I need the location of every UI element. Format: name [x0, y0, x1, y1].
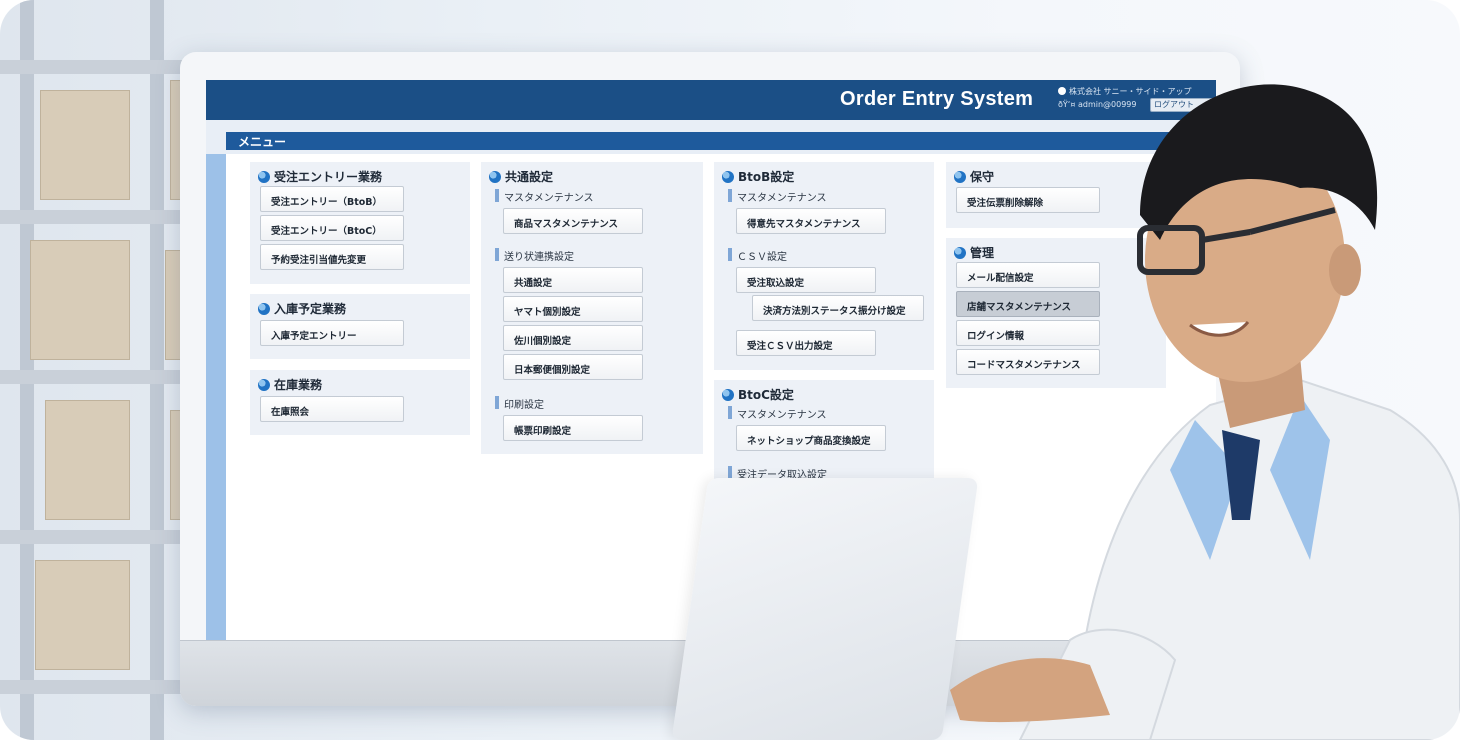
order-entry-btob-button[interactable]: 受注エントリー（BtoB）: [260, 186, 404, 212]
panel-common-settings: 共通設定 マスタメンテナンス 商品マスタメンテナンス 送り状連携設定 共通設定 …: [481, 162, 703, 454]
subsection-print: 印刷設定: [495, 396, 544, 411]
panel-btob-settings: BtoB設定 マスタメンテナンス 得意先マスタメンテナンス ＣＳＶ設定 受注取込…: [714, 162, 934, 370]
section-icon: [722, 389, 734, 401]
logout-button[interactable]: ログアウト: [1150, 98, 1216, 112]
form-print-setting-button[interactable]: 帳票印刷設定: [503, 415, 643, 441]
app-title: Order Entry System: [840, 88, 1034, 110]
section-title: 共通設定: [489, 168, 553, 185]
user-id: ðŸ‘¤ admin@00999: [1058, 100, 1137, 109]
sagawa-setting-button[interactable]: 佐川個別設定: [503, 325, 643, 351]
section-icon: [258, 303, 270, 315]
user-id-label: ðŸ‘¤: [1058, 100, 1078, 109]
inventory-inquiry-button[interactable]: 在庫照会: [260, 396, 404, 422]
store-master-button[interactable]: 店舗マスタメンテナンス: [956, 291, 1100, 317]
subsection-master-maintenance: マスタメンテナンス: [495, 189, 594, 204]
subsection-master-maintenance: マスタメンテナンス: [728, 406, 827, 421]
login-info-button[interactable]: ログイン情報: [956, 320, 1100, 346]
order-entry-btoc-button[interactable]: 受注エントリー（BtoC）: [260, 215, 404, 241]
receiving-entry-button[interactable]: 入庫予定エントリー: [260, 320, 404, 346]
laptop: [671, 478, 979, 740]
product-master-button[interactable]: 商品マスタメンテナンス: [503, 208, 643, 234]
mail-delivery-setting-button[interactable]: メール配信設定: [956, 262, 1100, 288]
reserve-order-change-button[interactable]: 予約受注引当値先変更: [260, 244, 404, 270]
section-icon: [954, 247, 966, 259]
common-setting-button[interactable]: 共通設定: [503, 267, 643, 293]
section-title: BtoB設定: [722, 168, 794, 185]
panel-admin: 管理 メール配信設定 店舗マスタメンテナンス ログイン情報 コードマスタメンテナ…: [946, 238, 1166, 388]
section-title: 受注エントリー業務: [258, 168, 382, 185]
user-icon: [1058, 87, 1066, 95]
panel-maintenance: 保守 受注伝票削除解除: [946, 162, 1166, 228]
netshop-product-setting-button[interactable]: ネットショップ商品変換設定: [736, 425, 886, 451]
section-icon: [954, 171, 966, 183]
section-title: 入庫予定業務: [258, 300, 346, 317]
section-icon: [258, 171, 270, 183]
japan-post-setting-button[interactable]: 日本郵便個別設定: [503, 354, 643, 380]
section-icon: [489, 171, 501, 183]
subsection-invoice-link: 送り状連携設定: [495, 248, 574, 263]
section-title: 在庫業務: [258, 376, 322, 393]
yamato-setting-button[interactable]: ヤマト個別設定: [503, 296, 643, 322]
hero-banner: Order Entry System 株式会社 サニー・サイド・アップ ðŸ‘¤…: [0, 0, 1460, 740]
customer-master-button[interactable]: 得意先マスタメンテナンス: [736, 208, 886, 234]
menu-bar: メニュー: [206, 120, 1216, 154]
panel-receiving: 入庫予定業務 入庫予定エントリー: [250, 294, 470, 359]
payment-status-setting-button[interactable]: 決済方法別ステータス振分け設定: [752, 295, 924, 321]
subsection-master-maintenance: マスタメンテナンス: [728, 189, 827, 204]
order-csv-export-button[interactable]: 受注ＣＳＶ出力設定: [736, 330, 876, 356]
section-icon: [722, 171, 734, 183]
menu-title: メニュー: [238, 135, 287, 149]
app-header: Order Entry System 株式会社 サニー・サイド・アップ ðŸ‘¤…: [206, 80, 1216, 120]
order-import-setting-button[interactable]: 受注取込設定: [736, 267, 876, 293]
section-title: 管理: [954, 244, 994, 261]
code-master-button[interactable]: コードマスタメンテナンス: [956, 349, 1100, 375]
section-icon: [258, 379, 270, 391]
user-company: 株式会社 サニー・サイド・アップ: [1058, 86, 1192, 97]
panel-order-entry: 受注エントリー業務 受注エントリー（BtoB） 受注エントリー（BtoC） 予約…: [250, 162, 470, 284]
order-slip-delete-button[interactable]: 受注伝票削除解除: [956, 187, 1100, 213]
section-title: BtoC設定: [722, 386, 794, 403]
left-rail: [206, 154, 226, 640]
section-title: 保守: [954, 168, 994, 185]
subsection-csv: ＣＳＶ設定: [728, 248, 787, 263]
panel-inventory: 在庫業務 在庫照会: [250, 370, 470, 435]
